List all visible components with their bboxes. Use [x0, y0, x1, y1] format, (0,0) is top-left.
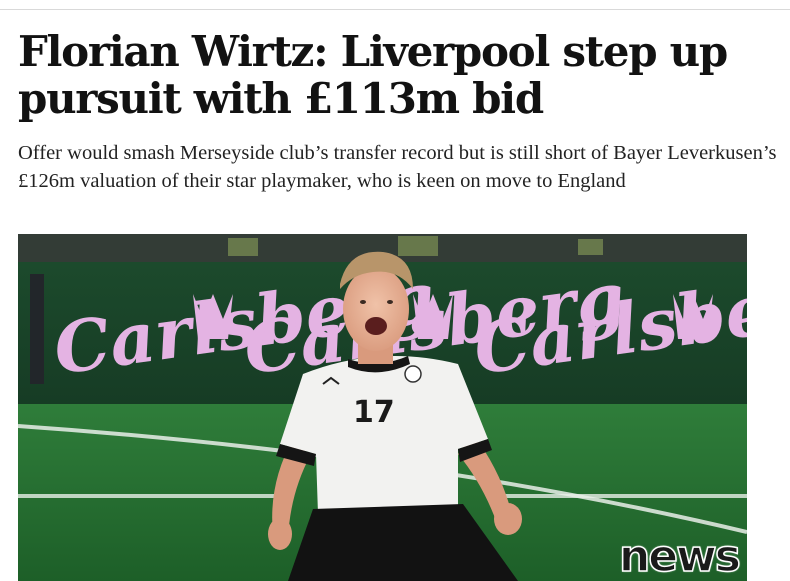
- shirt-number: 17: [353, 395, 395, 430]
- article-standfirst: Offer would smash Merseyside club’s tran…: [18, 142, 777, 192]
- article-hero-image: Carlsberg Carlsberg Carlsberg: [18, 234, 747, 581]
- article-headline: Florian Wirtz: Liverpool step up pursuit…: [18, 27, 728, 123]
- top-divider: [0, 9, 790, 10]
- news-watermark-logo: news: [618, 531, 742, 581]
- article-page: Florian Wirtz: Liverpool step up pursuit…: [0, 0, 790, 581]
